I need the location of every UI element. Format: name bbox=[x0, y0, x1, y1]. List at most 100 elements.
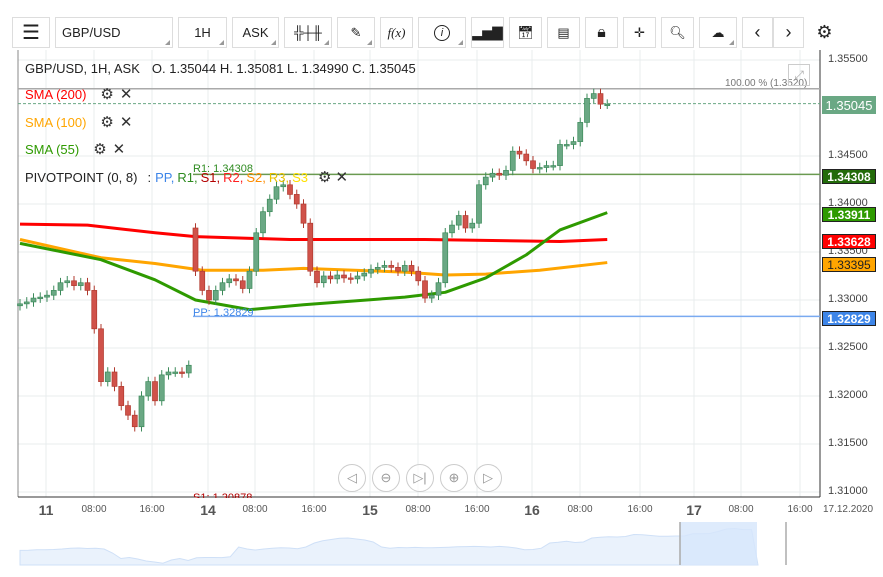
candle-body bbox=[50, 290, 57, 296]
candle-body bbox=[179, 371, 185, 374]
candle-body bbox=[260, 211, 266, 234]
gear-icon[interactable]: ⚙ bbox=[93, 140, 106, 158]
candle-body bbox=[233, 278, 239, 282]
ohlc-readout: O. 1.35044 H. 1.35081 L. 1.34990 C. 1.35… bbox=[151, 61, 416, 76]
zoom-in-icon: ⊕ bbox=[448, 470, 460, 485]
current-price-label: 1.35045 bbox=[822, 96, 876, 114]
candle-body bbox=[516, 150, 523, 155]
scroll-left-button[interactable]: ◁ bbox=[338, 464, 366, 492]
candle-body bbox=[395, 267, 401, 272]
candle-body bbox=[98, 328, 104, 382]
candle-body bbox=[77, 282, 84, 286]
candle-body bbox=[44, 294, 50, 298]
expand-icon[interactable]: ⤢ bbox=[788, 64, 810, 86]
indicator-label: PIVOTPOINT (0, 8) bbox=[25, 169, 138, 185]
close-icon[interactable]: ✕ bbox=[120, 85, 133, 103]
navigator-selection bbox=[680, 522, 757, 565]
candle-body bbox=[347, 277, 354, 280]
candle-body bbox=[266, 198, 273, 213]
close-icon[interactable]: ✕ bbox=[113, 140, 126, 158]
gear-icon[interactable]: ⚙ bbox=[100, 85, 113, 103]
time-tick-label: 17 bbox=[686, 502, 702, 518]
candle-body bbox=[293, 194, 300, 205]
candle-body bbox=[401, 265, 408, 272]
candle-body bbox=[172, 371, 179, 374]
candle-body bbox=[341, 274, 347, 279]
gear-icon[interactable]: ⚙ bbox=[100, 113, 113, 131]
candle-body bbox=[563, 144, 570, 147]
candle-body bbox=[165, 371, 172, 376]
price-tick-label: 1.34500 bbox=[828, 149, 868, 161]
price-tick-label: 1.32500 bbox=[828, 341, 868, 353]
candle-body bbox=[415, 270, 422, 282]
candle-body bbox=[246, 270, 253, 289]
time-tick-label: 08:00 bbox=[728, 504, 754, 515]
candle-body bbox=[523, 153, 530, 162]
candle-body bbox=[64, 280, 71, 284]
zoom-out-button[interactable]: ⊖ bbox=[372, 464, 400, 492]
candle-body bbox=[287, 184, 293, 195]
candle-body bbox=[71, 280, 77, 286]
time-tick-label: 08:00 bbox=[81, 504, 107, 515]
candle-body bbox=[273, 186, 280, 200]
close-icon[interactable]: ✕ bbox=[335, 168, 348, 186]
candle-body bbox=[334, 274, 341, 280]
candle-body bbox=[320, 275, 327, 284]
price-tick-label: 1.31500 bbox=[828, 437, 868, 449]
candle-body bbox=[536, 167, 543, 170]
candle-body bbox=[374, 267, 381, 270]
candle-body bbox=[361, 272, 368, 277]
time-tick-label: 17.12.2020 bbox=[822, 504, 874, 515]
skip-to-end-button[interactable]: ▷| bbox=[406, 464, 434, 492]
candle-body bbox=[577, 122, 584, 142]
time-tick-label: 14 bbox=[200, 502, 216, 518]
candle-body bbox=[530, 160, 536, 169]
time-tick-label: 16:00 bbox=[787, 504, 813, 515]
candle-body bbox=[23, 301, 30, 305]
candle-body bbox=[408, 265, 415, 272]
price-tick-label: 1.35500 bbox=[828, 53, 868, 65]
candle-body bbox=[428, 294, 435, 299]
candle-body bbox=[37, 296, 44, 299]
candle-body bbox=[307, 222, 314, 272]
candle-body bbox=[158, 374, 165, 402]
time-tick-label: 08:00 bbox=[567, 504, 593, 515]
candle-body bbox=[354, 275, 361, 280]
close-icon[interactable]: ✕ bbox=[120, 113, 133, 131]
indicator-sma55: SMA (55) ⚙ ✕ bbox=[25, 140, 125, 158]
scroll-right-button[interactable]: ▷ bbox=[474, 464, 502, 492]
candle-body bbox=[327, 275, 334, 280]
sma55-price-label: 1.33911 bbox=[822, 207, 876, 222]
indicator-pivotpoint: PIVOTPOINT (0, 8): PP, R1, S1, R2, S2, R3, S3 ⚙ ✕ bbox=[25, 168, 348, 186]
candle-body bbox=[469, 222, 476, 229]
price-tick-label: 1.32000 bbox=[828, 389, 868, 401]
candle-body bbox=[503, 170, 509, 176]
candle-body bbox=[496, 172, 503, 176]
arrow-right-icon: ▷ bbox=[483, 470, 493, 485]
sma100-price-label: 1.33395 bbox=[822, 257, 876, 272]
indicator-label: SMA (200) bbox=[25, 86, 87, 102]
candle-body bbox=[57, 282, 64, 291]
sma200-price-label: 1.33628 bbox=[822, 234, 876, 249]
pp-price-label: 1.32829 bbox=[822, 311, 876, 326]
candle-body bbox=[570, 141, 577, 145]
candle-body bbox=[253, 232, 260, 272]
pivot-line-name: PP, bbox=[155, 169, 175, 185]
candle-body bbox=[206, 290, 212, 301]
zoom-out-icon: ⊖ bbox=[380, 470, 392, 485]
r1-line-label: R1: 1.34308 bbox=[193, 163, 253, 175]
chart-header: GBP/USD, 1H, ASK O. 1.35044 H. 1.35081 L.… bbox=[25, 61, 416, 76]
pivot-line-name: S3 bbox=[292, 169, 308, 185]
time-tick-label: 16:00 bbox=[627, 504, 653, 515]
candle-body bbox=[30, 297, 37, 303]
candle-body bbox=[219, 282, 226, 291]
candle-body bbox=[152, 381, 158, 402]
candle-body bbox=[435, 282, 442, 296]
s1-line-label: S1: 1.30878 bbox=[193, 493, 252, 498]
time-tick-label: 16:00 bbox=[301, 504, 327, 515]
zoom-in-button[interactable]: ⊕ bbox=[440, 464, 468, 492]
gear-icon[interactable]: ⚙ bbox=[318, 168, 331, 186]
candle-body bbox=[462, 215, 469, 229]
candle-body bbox=[557, 144, 563, 166]
pivot-line-name: R3, bbox=[268, 169, 290, 185]
